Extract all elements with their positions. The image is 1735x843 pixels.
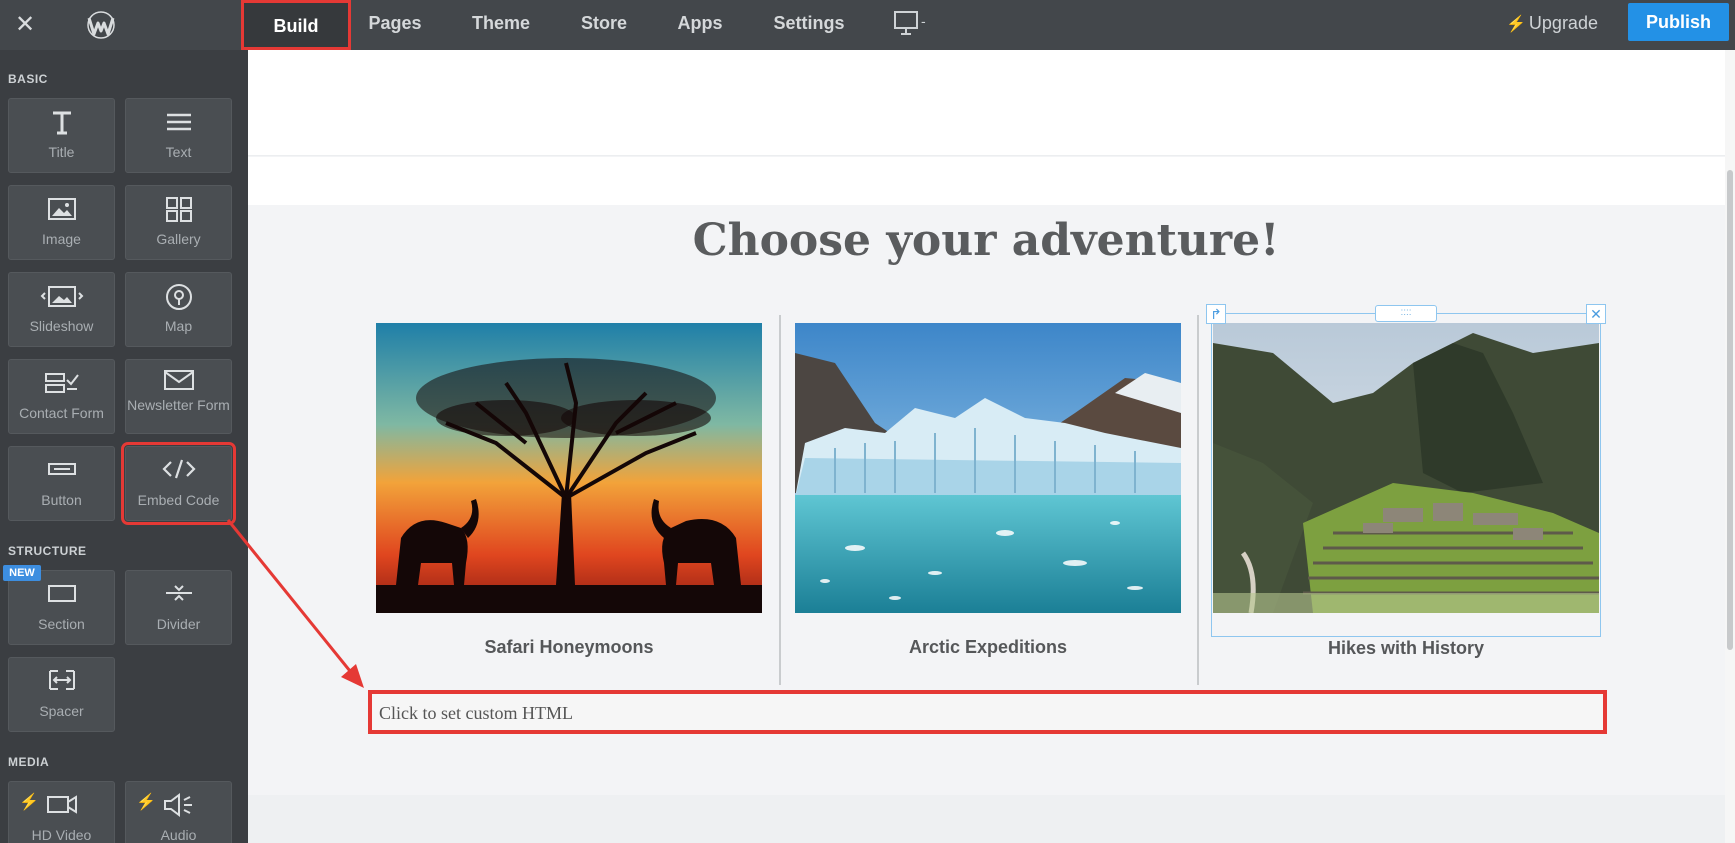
- tile-label: Newsletter Form: [127, 397, 230, 413]
- tile-gallery[interactable]: Gallery: [125, 185, 232, 260]
- safari-sunset-elephants-image: [376, 323, 762, 613]
- tab-apps[interactable]: Apps: [664, 0, 736, 50]
- selected-element-frame: [1211, 313, 1601, 637]
- button-icon: [47, 463, 76, 475]
- card-caption[interactable]: Arctic Expeditions: [795, 637, 1181, 658]
- tile-title[interactable]: Title: [8, 98, 115, 173]
- upgrade-link[interactable]: ⚡ Upgrade: [1506, 0, 1598, 46]
- publish-button[interactable]: Publish: [1628, 3, 1729, 41]
- page-headline[interactable]: Choose your adventure!: [460, 215, 1512, 266]
- column-divider[interactable]: [1197, 315, 1199, 685]
- device-preview-toggle[interactable]: -: [893, 10, 933, 38]
- embed-placeholder-text: Click to set custom HTML: [379, 703, 573, 723]
- card-image-safari[interactable]: [376, 323, 762, 613]
- map-pin-icon: [165, 284, 192, 310]
- title-icon: [52, 111, 71, 135]
- tile-contact-form[interactable]: Contact Form: [8, 359, 115, 434]
- tab-pages[interactable]: Pages: [355, 0, 435, 50]
- tile-label: Slideshow: [29, 318, 94, 334]
- tile-text[interactable]: Text: [125, 98, 232, 173]
- tile-section[interactable]: Section: [8, 570, 115, 645]
- tile-image[interactable]: Image: [8, 185, 115, 260]
- section-icon: [47, 585, 76, 602]
- new-badge: NEW: [3, 565, 41, 581]
- scroll-thumb[interactable]: [1727, 170, 1733, 650]
- spacer-icon: [48, 670, 75, 690]
- tile-label: Text: [165, 144, 192, 160]
- tile-label: Map: [164, 318, 193, 334]
- close-icon[interactable]: ✕: [10, 10, 40, 40]
- gallery-grid-icon: [165, 197, 192, 222]
- contact-form-icon: [44, 373, 79, 393]
- tile-label: Contact Form: [19, 405, 104, 421]
- tile-label: Embed Code: [137, 492, 220, 508]
- upgrade-label: Upgrade: [1528, 13, 1598, 33]
- next-section: [248, 795, 1725, 843]
- tile-button[interactable]: Button: [8, 446, 115, 521]
- sidebar-heading-media: MEDIA: [8, 755, 50, 769]
- device-suffix: -: [921, 13, 926, 29]
- delete-x-icon[interactable]: ✕: [1586, 304, 1606, 324]
- tile-spacer[interactable]: Spacer: [8, 657, 115, 732]
- tile-newsletter-form[interactable]: Newsletter Form: [125, 359, 232, 434]
- embed-code-element[interactable]: Click to set custom HTML: [368, 690, 1607, 734]
- tile-map[interactable]: Map: [125, 272, 232, 347]
- bolt-icon: ⚡: [19, 794, 39, 811]
- desktop-icon: -: [894, 11, 926, 35]
- tile-label: HD Video: [31, 827, 92, 843]
- tile-label: Title: [48, 144, 75, 160]
- tile-label: Gallery: [156, 231, 201, 247]
- page-scrollbar[interactable]: [1725, 50, 1735, 843]
- weebly-logo-icon[interactable]: [86, 10, 116, 40]
- tile-label: Divider: [156, 616, 201, 632]
- tile-embed-code[interactable]: Embed Code: [121, 442, 236, 525]
- header-section[interactable]: [248, 50, 1725, 156]
- text-lines-icon: [166, 113, 191, 131]
- top-bar: ✕ Build Pages Theme Store Apps Settings …: [0, 0, 1735, 50]
- video-icon: [46, 795, 77, 814]
- sidebar-heading-basic: BASIC: [8, 72, 48, 86]
- bolt-icon: ⚡: [136, 794, 156, 811]
- divider-icon: [165, 585, 192, 601]
- link-arrow-icon[interactable]: ↱: [1206, 304, 1226, 324]
- tile-label: Image: [42, 231, 81, 247]
- tile-label: Button: [41, 492, 82, 508]
- tab-theme[interactable]: Theme: [460, 0, 542, 50]
- code-icon: [161, 459, 196, 479]
- tab-settings[interactable]: Settings: [763, 0, 855, 50]
- card-caption[interactable]: Safari Honeymoons: [376, 637, 762, 658]
- drag-handle[interactable]: ::::: [1375, 305, 1437, 322]
- envelope-icon: [163, 370, 194, 390]
- tab-build[interactable]: Build: [241, 0, 351, 50]
- tile-divider[interactable]: Divider: [125, 570, 232, 645]
- tile-slideshow[interactable]: Slideshow: [8, 272, 115, 347]
- tile-label: Section: [38, 616, 85, 632]
- element-sidebar: BASIC Title Text Image Gallery Slideshow…: [0, 50, 248, 843]
- sidebar-heading-structure: STRUCTURE: [8, 544, 87, 558]
- card-image-arctic[interactable]: [795, 323, 1181, 613]
- glacier-lagoon-image: [795, 323, 1181, 613]
- tab-store[interactable]: Store: [567, 0, 641, 50]
- card-caption[interactable]: Hikes with History: [1213, 638, 1599, 659]
- tile-audio[interactable]: ⚡ Audio: [125, 781, 232, 843]
- section-spacing: [248, 157, 1725, 205]
- slideshow-icon: [40, 286, 83, 307]
- bolt-icon: ⚡: [1506, 16, 1526, 33]
- tile-hd-video[interactable]: ⚡ HD Video: [8, 781, 115, 843]
- tile-label: Audio: [160, 827, 197, 843]
- image-icon: [47, 198, 76, 220]
- audio-icon: [163, 793, 192, 817]
- column-divider[interactable]: [779, 315, 781, 685]
- tile-label: Spacer: [39, 703, 84, 719]
